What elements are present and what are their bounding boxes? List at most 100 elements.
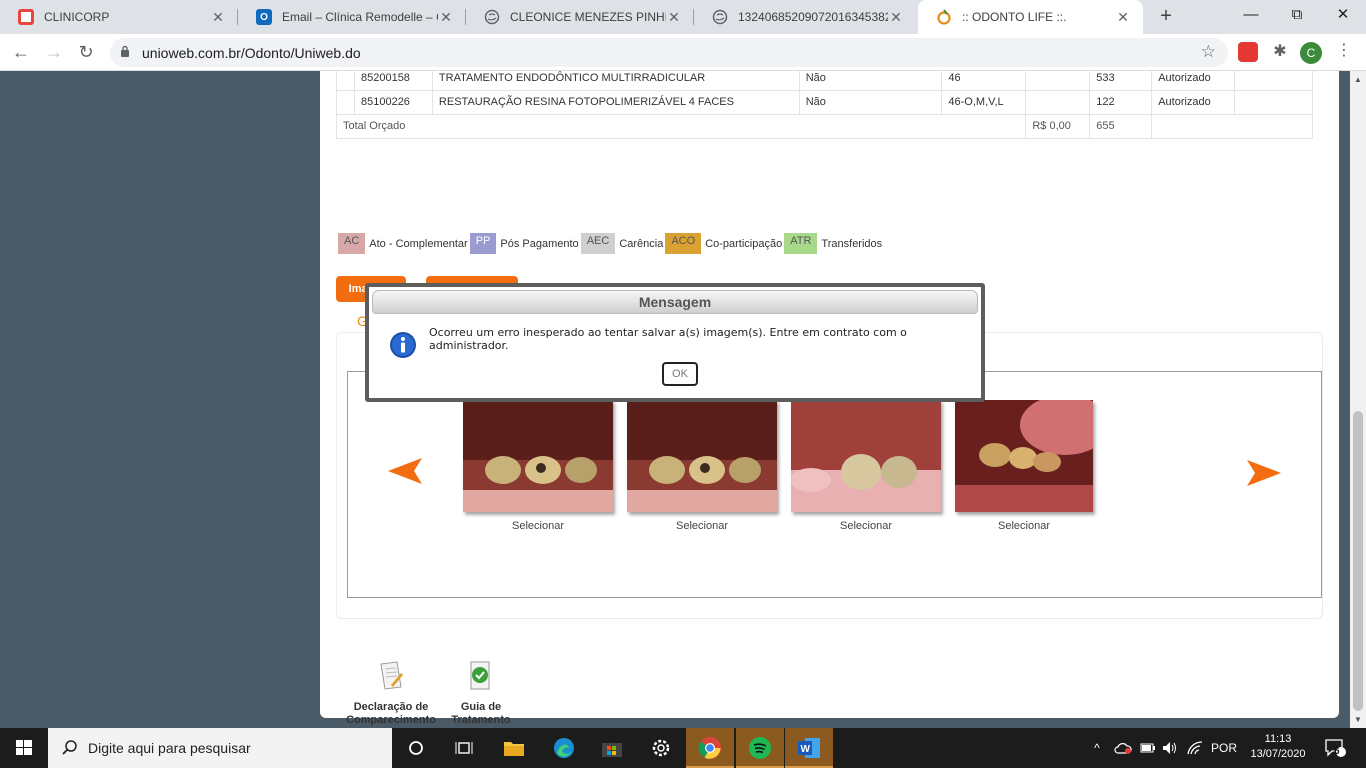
select-label[interactable]: Selecionar [463,520,613,532]
file-explorer-icon[interactable] [490,728,538,768]
select-label[interactable]: Selecionar [627,520,777,532]
settings-gear-icon[interactable] [637,728,685,768]
wifi-icon[interactable] [1184,728,1206,768]
reload-button[interactable]: ↻ [73,39,99,65]
procedure-code: 85200158 [353,71,433,91]
page-scrollbar[interactable]: ▲ ▼ [1350,71,1366,728]
message-dialog: Mensagem Ocorreu um erro inesperado ao t… [365,283,985,402]
browser-tab-cleonice[interactable]: CLEONICE MENEZES PINHEIRO ✕ [466,0,694,34]
browser-tab-odontolife[interactable]: :: ODONTO LIFE ::. ✕ [918,0,1143,34]
scroll-up-icon[interactable]: ▲ [1354,75,1362,84]
procedure-qty: 122 [1089,89,1153,115]
notification-count: 6 [1334,746,1340,757]
total-qty: 655 [1089,113,1153,139]
procedure-flag: Não [798,71,943,91]
close-icon[interactable]: ✕ [1115,9,1131,26]
tray-expand-icon[interactable]: ^ [1088,728,1106,768]
tab-title: Email – Clínica Remodelle – Ou [282,10,438,24]
clock-date: 13/07/2020 [1250,748,1306,760]
dental-photo-1[interactable] [463,400,613,512]
search-icon [62,740,77,755]
gallery-item[interactable]: Selecionar [955,400,1093,532]
select-label[interactable]: Selecionar [791,520,941,532]
restore-button[interactable]: ⧉ [1274,0,1320,32]
dental-photo-2[interactable] [627,400,777,512]
legend-label: Carência [619,237,664,250]
ok-button[interactable]: OK [662,362,698,386]
close-icon[interactable]: ✕ [438,9,454,26]
onedrive-icon[interactable] [1112,728,1134,768]
declaracao-label: Declaração de Comparecimento [346,701,436,726]
procedure-tooth: 46-O,M,V,L [941,89,1027,115]
tab-title: CLINICORP [44,10,110,24]
table-row: 85200158 TRATAMENTO ENDODÔNTICO MULTIRRA… [336,71,1313,91]
gallery-item[interactable]: Selecionar [791,400,941,532]
legend-swatch-aec: AEC [580,233,616,254]
word-icon[interactable]: W [785,728,833,768]
profile-avatar[interactable]: C [1300,42,1322,64]
edge-icon[interactable] [540,728,588,768]
browser-menu-icon[interactable]: ⋮ [1336,40,1352,64]
tab-title: CLEONICE MENEZES PINHEIRO [510,10,666,24]
close-icon[interactable]: ✕ [888,9,904,26]
notification-center[interactable]: 6 [1320,728,1350,768]
total-value: R$ 0,00 [1025,113,1091,139]
new-tab-button[interactable]: + [1154,5,1178,29]
dental-photo-3[interactable] [791,400,941,512]
scrollbar-thumb[interactable] [1353,411,1363,711]
procedure-flag: Não [798,89,943,115]
cortana-icon[interactable] [392,728,440,768]
browser-tab-clinicorp[interactable]: CLINICORP ✕ [0,0,238,34]
gallery-item[interactable]: Selecionar [627,400,777,532]
scroll-down-icon[interactable]: ▼ [1354,715,1362,724]
gallery-next-arrow-icon[interactable] [1245,458,1283,488]
gallery-item[interactable]: Selecionar [463,400,613,532]
legend-label: Pós Pagamento [500,237,579,250]
chrome-taskbar-icon[interactable] [686,728,734,768]
document-pencil-icon [380,661,403,690]
globe-icon [712,9,728,25]
guia-label: Guia de Tratamento [451,701,511,726]
close-icon[interactable]: ✕ [210,9,226,26]
taskbar-clock[interactable]: 11:13 13/07/2020 [1248,732,1308,762]
legend-label: Transferidos [821,237,883,250]
store-icon[interactable] [588,728,636,768]
procedure-value [1025,89,1091,115]
legend-swatch-ac: AC [338,233,366,254]
dental-photo-4[interactable] [955,400,1093,512]
battery-icon[interactable] [1138,728,1158,768]
browser-tab-image[interactable]: 1324068520907201634538​28_ ✕ [694,0,916,34]
taskbar-search-box[interactable]: Digite aqui para pesquisar [48,728,392,768]
legend-label: Ato - Complementar [369,237,468,250]
procedure-code: 85100226 [353,89,433,115]
extensions-puzzle-icon[interactable]: ✱ [1270,42,1290,62]
start-button[interactable] [0,728,48,768]
close-window-button[interactable]: ✕ [1320,0,1366,32]
clinicorp-icon [18,9,34,25]
forward-button[interactable]: → [41,39,67,65]
procedure-qty: 533 [1089,71,1153,91]
declaracao-comparecimento-link[interactable]: Declaração de Comparecimento [338,661,444,727]
windows-logo-icon [16,740,32,755]
spotify-icon[interactable] [736,728,784,768]
youtube-extension-icon[interactable] [1238,42,1258,62]
legend-label: Co-participação [705,237,783,250]
back-button[interactable]: ← [8,39,34,65]
document-check-icon [470,661,490,690]
select-label[interactable]: Selecionar [955,520,1093,532]
task-view-icon[interactable] [440,728,488,768]
procedure-status: Autorizado [1151,71,1236,91]
language-indicator[interactable]: POR [1208,728,1240,768]
outlook-icon: O [256,9,272,25]
tab-title: :: ODONTO LIFE ::. [962,10,1067,24]
browser-tab-email[interactable]: O Email – Clínica Remodelle – Ou ✕ [238,0,466,34]
minimize-button[interactable]: — [1228,0,1274,32]
bookmark-star-icon[interactable]: ☆ [1201,42,1216,62]
volume-icon[interactable] [1160,728,1180,768]
gallery-prev-arrow-icon[interactable] [386,456,424,486]
close-icon[interactable]: ✕ [666,9,682,26]
url-text: unioweb.com.br/Odonto/Uniweb.do [142,45,361,61]
dialog-message: Ocorreu um erro inesperado ao tentar sal… [429,326,907,352]
guia-tratamento-link[interactable]: Guia de Tratamento [446,661,516,727]
address-bar[interactable]: unioweb.com.br/Odonto/Uniweb.do ☆ [110,38,1228,67]
